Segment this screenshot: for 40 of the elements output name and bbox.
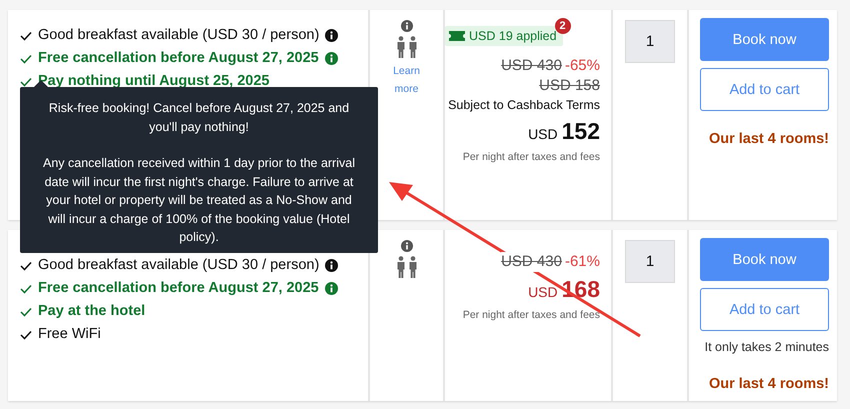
urgency-text: Our last 4 rooms! bbox=[708, 131, 829, 147]
quantity-field[interactable]: 1 bbox=[625, 240, 675, 283]
add-to-cart-button[interactable]: Add to cart bbox=[700, 68, 829, 111]
coupon-text: USD 19 applied bbox=[469, 29, 557, 43]
check-icon bbox=[20, 306, 32, 316]
original-price: USD 430 bbox=[501, 252, 562, 272]
price-text: 152 bbox=[562, 118, 600, 145]
urgency-text: Our last 4 rooms! bbox=[708, 376, 829, 392]
add-to-cart-button[interactable]: Add to cart bbox=[700, 288, 829, 331]
people-icon bbox=[396, 36, 418, 58]
price-text: 168 bbox=[562, 276, 600, 303]
learn-more-link[interactable]: Learn more bbox=[393, 62, 420, 98]
check-icon bbox=[20, 30, 32, 40]
feature-text: Good breakfast available (USD 30 / person) bbox=[38, 26, 320, 45]
check-icon bbox=[20, 284, 32, 294]
ticket-icon bbox=[449, 31, 465, 41]
book-now-button[interactable]: Book now bbox=[700, 238, 829, 281]
terms-text: Subject to Cashback Terms bbox=[448, 97, 600, 114]
price-note: Per night after taxes and fees bbox=[462, 151, 600, 163]
book-now-button[interactable]: Book now bbox=[700, 18, 829, 61]
quantity-field[interactable]: 1 bbox=[625, 20, 675, 63]
feature-text: Free WiFi bbox=[38, 325, 101, 344]
cart-note: It only takes 2 minutes bbox=[704, 340, 829, 354]
feature-text: Free cancellation before August 27, 2025 bbox=[38, 279, 319, 298]
check-icon bbox=[20, 260, 32, 270]
feature-text: Pay at the hotel bbox=[38, 302, 146, 321]
people-icon bbox=[396, 256, 418, 278]
currency-text: USD bbox=[528, 126, 558, 142]
feature-text: Free cancellation before August 27, 2025 bbox=[38, 49, 319, 68]
discount-text: -61% bbox=[564, 252, 600, 272]
tooltip-text: Any cancellation received within 1 day prior to the arrival date will incur the first night's charge. Failure to arrive at your hotel or property will be treated as a No-Show and will incur a charge of 100% of the booking value (Hotel policy). bbox=[42, 155, 356, 246]
check-icon bbox=[20, 76, 32, 86]
currency-text: USD bbox=[528, 284, 558, 300]
price-note: Per night after taxes and fees bbox=[462, 309, 600, 321]
count-badge: 2 bbox=[554, 18, 571, 34]
tooltip-text: Risk-free booking! Cancel before August 27, 2025 and you'll pay nothing! bbox=[48, 100, 350, 136]
discount-text: -65% bbox=[564, 56, 600, 76]
check-icon bbox=[20, 54, 32, 64]
check-icon bbox=[20, 330, 32, 340]
feature-text: Good breakfast available (USD 30 / person) bbox=[38, 256, 320, 275]
